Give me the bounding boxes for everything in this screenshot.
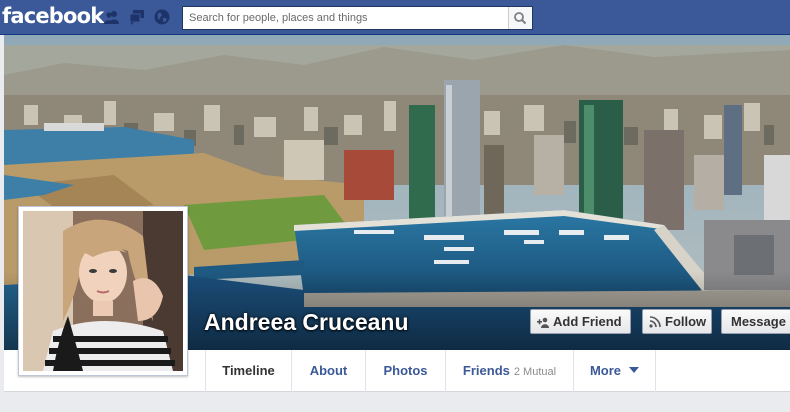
add-friend-button[interactable]: Add Friend (530, 309, 631, 334)
search-box (182, 6, 533, 30)
tab-timeline[interactable]: Timeline (205, 350, 292, 392)
tab-about-label: About (309, 363, 348, 378)
tab-more[interactable]: More (574, 350, 656, 392)
follow-label: Follow (665, 314, 707, 329)
message-button[interactable]: Message (721, 309, 790, 334)
messages-icon[interactable] (129, 9, 145, 25)
tab-friends[interactable]: Friends 2 Mutual (446, 350, 574, 392)
profile-name[interactable]: Andreea Cruceanu (204, 309, 409, 336)
tab-about[interactable]: About (292, 350, 366, 392)
facebook-logo[interactable]: facebook (2, 4, 104, 28)
tab-friends-label: Friends (462, 363, 510, 378)
profile-photo (23, 211, 183, 371)
profile-picture[interactable] (18, 206, 188, 376)
rss-icon (649, 316, 661, 328)
tab-photos-label: Photos (383, 363, 428, 378)
tab-timeline-label: Timeline (222, 363, 275, 378)
search-input[interactable] (183, 7, 508, 29)
follow-button[interactable]: Follow (642, 309, 712, 334)
search-button[interactable] (508, 7, 532, 29)
mutual-friends-count: 2 Mutual (513, 366, 557, 378)
message-label: Message (731, 314, 786, 329)
friend-requests-icon[interactable] (104, 9, 120, 25)
top-bar: facebook (0, 0, 790, 35)
tab-more-label: More (589, 363, 622, 378)
search-icon (514, 12, 527, 25)
chevron-down-icon (629, 367, 640, 373)
tab-photos[interactable]: Photos (366, 350, 446, 392)
add-friend-label: Add Friend (553, 314, 622, 329)
notifications-globe-icon[interactable] (154, 9, 170, 25)
add-friend-icon (537, 317, 549, 328)
